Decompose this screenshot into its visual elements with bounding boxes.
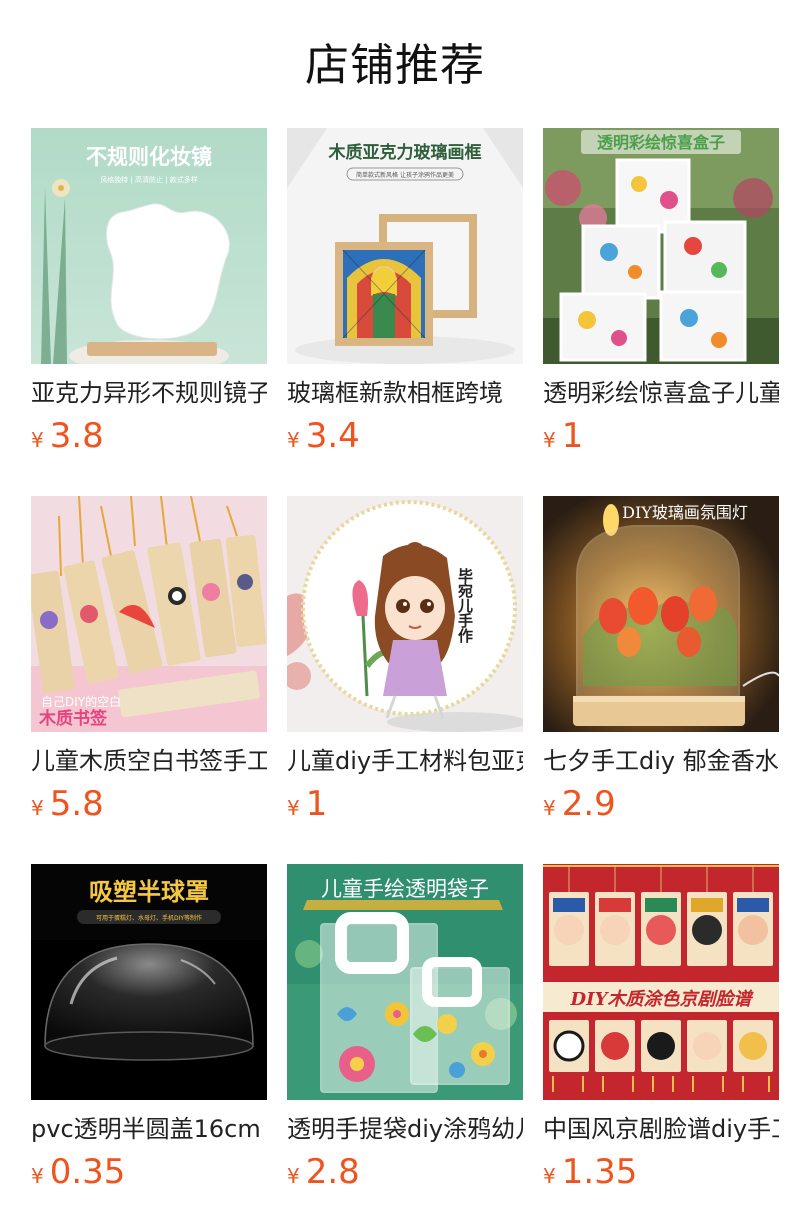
image-headline: 透明彩绘惊喜盒子 [597, 133, 725, 152]
glass-frame-icon: 木质亚克力玻璃画框 简单款式新风格 让孩子涂鸦作品更美 [287, 128, 523, 364]
product-price: ¥2.9 [543, 782, 616, 826]
tulip-lamp-icon: DIY玻璃画氛围灯 [543, 496, 779, 732]
image-headline: DIY木质涂色京剧脸谱 [570, 989, 755, 1010]
image-headline: 儿童手绘透明袋子 [321, 877, 489, 901]
product-title[interactable]: 七夕手工diy 郁金香水晶 [543, 744, 779, 778]
currency-symbol: ¥ [543, 796, 556, 820]
product-image[interactable]: DIY玻璃画氛围灯 [543, 496, 779, 732]
product-card[interactable]: 透明彩绘惊喜盒子 透明彩绘惊喜盒子儿童 ¥1 [543, 128, 779, 468]
product-image[interactable]: 透明彩绘惊喜盒子 [543, 128, 779, 364]
painted-plate-icon: 毕宛儿手作 [287, 496, 523, 732]
image-headline: 毕宛儿手作 [456, 567, 474, 644]
product-image[interactable]: 儿童手绘透明袋子 [287, 864, 523, 1100]
tote-bag-icon: 儿童手绘透明袋子 [287, 864, 523, 1100]
image-subtext: 简单款式新风格 让孩子涂鸦作品更美 [356, 171, 454, 179]
product-title[interactable]: 亚克力异形不规则镜子 [31, 376, 267, 410]
image-headline: 木质亚克力玻璃画框 [328, 142, 482, 163]
currency-symbol: ¥ [543, 1164, 556, 1188]
product-price: ¥5.8 [31, 782, 104, 826]
product-price: ¥2.8 [287, 1150, 360, 1194]
image-subtext: 可用于蛋糕灯、水母灯、手机DIY等制作 [96, 914, 202, 922]
price-amount: 5.8 [49, 784, 104, 824]
price-amount: 1.35 [561, 1152, 638, 1192]
currency-symbol: ¥ [287, 1164, 300, 1188]
product-card[interactable]: 毕宛儿手作 儿童diy手工材料包亚克力 ¥1 [287, 496, 523, 836]
product-price: ¥1.35 [543, 1150, 637, 1194]
product-title[interactable]: 儿童diy手工材料包亚克力 [287, 744, 523, 778]
currency-symbol: ¥ [31, 1164, 44, 1188]
dome-cover-icon: 吸塑半球罩 可用于蛋糕灯、水母灯、手机DIY等制作 [31, 864, 267, 1100]
page-title: 店铺推荐 [305, 40, 485, 91]
irregular-mirror-icon: 不规则化妆镜 风格独特 | 高清防止 | 款式多样 [31, 128, 267, 364]
image-subtext: 风格独特 | 高清防止 | 款式多样 [100, 175, 198, 184]
product-title[interactable]: 儿童木质空白书签手工 [31, 744, 267, 778]
image-subtext: 自己DIY的空白 [41, 694, 121, 709]
surprise-box-icon: 透明彩绘惊喜盒子 [543, 128, 779, 364]
bookmark-icon: 自己DIY的空白 木质书签 [31, 496, 267, 732]
product-card[interactable]: 儿童手绘透明袋子 透明手提袋diy涂鸦幼儿园 ¥2.8 [287, 864, 523, 1204]
image-headline: 吸塑半球罩 [89, 878, 209, 906]
product-image[interactable]: 毕宛儿手作 [287, 496, 523, 732]
opera-mask-icon: DIY木质涂色京剧脸谱 [543, 864, 779, 1100]
product-image[interactable]: DIY木质涂色京剧脸谱 [543, 864, 779, 1100]
product-card[interactable]: 木质亚克力玻璃画框 简单款式新风格 让孩子涂鸦作品更美 玻璃框新款相框跨境 ¥3… [287, 128, 523, 468]
image-headline: 木质书签 [38, 708, 108, 729]
product-price: ¥1 [287, 782, 327, 826]
product-image[interactable]: 木质亚克力玻璃画框 简单款式新风格 让孩子涂鸦作品更美 [287, 128, 523, 364]
currency-symbol: ¥ [543, 428, 556, 452]
price-amount: 1 [305, 784, 328, 824]
product-title[interactable]: 玻璃框新款相框跨境 [287, 376, 523, 410]
price-amount: 3.8 [49, 416, 104, 456]
image-headline: DIY玻璃画氛围灯 [622, 503, 748, 522]
currency-symbol: ¥ [31, 796, 44, 820]
product-title[interactable]: pvc透明半圆盖16cm [31, 1112, 267, 1146]
price-amount: 3.4 [305, 416, 360, 456]
product-price: ¥0.35 [31, 1150, 125, 1194]
product-card[interactable]: 自己DIY的空白 木质书签 儿童木质空白书签手工 ¥5.8 [31, 496, 267, 836]
price-amount: 0.35 [49, 1152, 126, 1192]
product-title[interactable]: 透明彩绘惊喜盒子儿童 [543, 376, 779, 410]
product-card[interactable]: 不规则化妆镜 风格独特 | 高清防止 | 款式多样 亚克力异形不规则镜子 ¥3.… [31, 128, 267, 468]
currency-symbol: ¥ [287, 796, 300, 820]
currency-symbol: ¥ [287, 428, 300, 452]
product-price: ¥1 [543, 414, 583, 458]
price-amount: 2.8 [305, 1152, 360, 1192]
product-card[interactable]: 吸塑半球罩 可用于蛋糕灯、水母灯、手机DIY等制作 pvc透明半圆盖16cm ¥… [31, 864, 267, 1204]
product-price: ¥3.8 [31, 414, 104, 458]
product-image[interactable]: 不规则化妆镜 风格独特 | 高清防止 | 款式多样 [31, 128, 267, 364]
product-card[interactable]: DIY玻璃画氛围灯 七夕手工diy 郁金香水晶 ¥2.9 [543, 496, 779, 836]
image-headline: 不规则化妆镜 [86, 145, 212, 169]
product-image[interactable]: 自己DIY的空白 木质书签 [31, 496, 267, 732]
product-card[interactable]: DIY木质涂色京剧脸谱 中国风京剧脸谱diy手工 ¥1.35 [543, 864, 779, 1204]
product-title[interactable]: 透明手提袋diy涂鸦幼儿园 [287, 1112, 523, 1146]
price-amount: 1 [561, 416, 584, 456]
product-image[interactable]: 吸塑半球罩 可用于蛋糕灯、水母灯、手机DIY等制作 [31, 864, 267, 1100]
product-title[interactable]: 中国风京剧脸谱diy手工 [543, 1112, 779, 1146]
currency-symbol: ¥ [31, 428, 44, 452]
price-amount: 2.9 [561, 784, 616, 824]
product-price: ¥3.4 [287, 414, 360, 458]
